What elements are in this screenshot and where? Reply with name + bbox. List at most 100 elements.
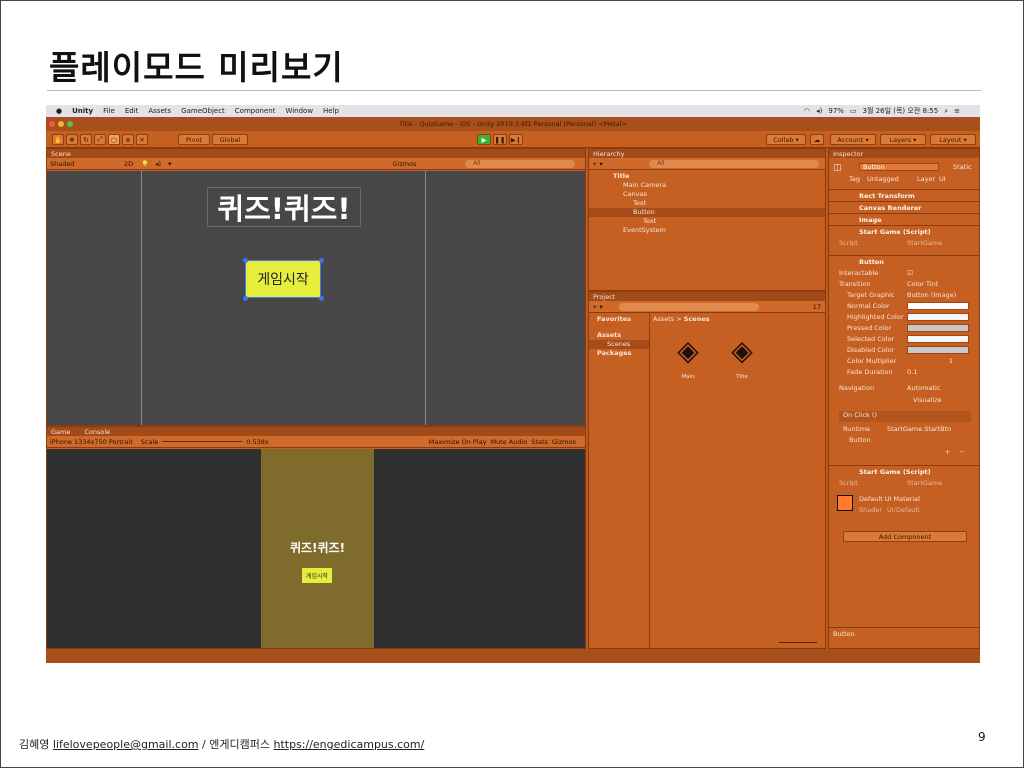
layers-button[interactable]: Layers ▾ (880, 134, 926, 145)
image-component[interactable]: Image (829, 213, 979, 225)
target-graphic-field[interactable]: Button (Image) (907, 291, 956, 299)
hierarchy-tab[interactable]: Hierarchy (589, 149, 825, 158)
transition-dropdown[interactable]: Color Tint (907, 280, 938, 288)
collab-button[interactable]: Collab ▾ (766, 134, 806, 145)
minus-icon[interactable]: − (959, 448, 964, 456)
rect-tool-icon[interactable]: ▢ (108, 134, 120, 145)
scale-slider[interactable] (162, 441, 243, 442)
stats-toggle[interactable]: Stats (531, 438, 548, 446)
move-tool-icon[interactable]: ✥ (66, 134, 78, 145)
scene-search-input[interactable]: All (465, 160, 575, 168)
gizmos-toggle[interactable]: Gizmos (552, 438, 576, 446)
fade-duration-field[interactable]: 0.1 (907, 368, 917, 376)
light-icon[interactable]: 💡 (141, 160, 149, 168)
transform-tool-icon[interactable]: ⊕ (122, 134, 134, 145)
material-name[interactable]: Default UI Material (859, 495, 920, 503)
scene-viewport[interactable]: 퀴즈!퀴즈! 게임시작 (47, 171, 585, 425)
clock[interactable]: 3월 26일 (목) 오전 8:55 (863, 106, 939, 116)
menu-list-icon[interactable]: ≡ (954, 107, 960, 115)
volume-icon[interactable]: ◂) (816, 107, 822, 115)
assets-folder[interactable]: Assets (597, 331, 621, 339)
effects-icon[interactable]: ✦ (167, 160, 172, 168)
canvas-renderer-component[interactable]: Canvas Renderer (829, 201, 979, 213)
scene-file-title[interactable]: Title (727, 374, 757, 380)
inspector-tab[interactable]: Inspector (829, 149, 979, 158)
favorites-folder[interactable]: Favorites (597, 315, 631, 323)
hierarchy-item-button-text[interactable]: Text (643, 217, 656, 225)
mute-audio-toggle[interactable]: Mute Audio (490, 438, 527, 446)
hierarchy-item-button[interactable]: Button (589, 208, 825, 217)
rect-handle[interactable] (319, 258, 324, 263)
search-icon[interactable]: ⌕ (944, 107, 948, 116)
rect-handle[interactable] (319, 296, 324, 301)
script-field-2[interactable]: StartGame (907, 479, 942, 487)
selected-color-swatch[interactable] (907, 335, 969, 343)
game-tab[interactable]: Game (51, 428, 70, 436)
add-component-button[interactable]: Add Component (843, 531, 967, 542)
visualize-button[interactable]: Visualize (913, 396, 942, 404)
breadcrumb-scenes[interactable]: Scenes (684, 315, 710, 323)
menu-gameobject[interactable]: GameObject (181, 107, 225, 115)
game-viewport[interactable]: 퀴즈!퀴즈! 게임시작 (47, 449, 585, 648)
color-multiplier-field[interactable]: 1 (949, 357, 953, 365)
highlighted-color-swatch[interactable] (907, 313, 969, 321)
hierarchy-item-title[interactable]: Title (613, 172, 629, 180)
resolution-dropdown[interactable]: iPhone 1334x750 Portrait (50, 438, 133, 446)
packages-folder[interactable]: Packages (597, 349, 631, 357)
play-button[interactable]: ▶ (477, 134, 491, 145)
scene-file-main[interactable]: Main (673, 374, 703, 380)
unity-scene-icon[interactable]: ◈ (727, 332, 757, 372)
tag-dropdown[interactable]: Untagged (867, 175, 899, 183)
object-name-field[interactable]: Button (859, 163, 939, 171)
shading-dropdown[interactable]: Shaded (50, 160, 114, 168)
disabled-color-swatch[interactable] (907, 346, 969, 354)
menu-file[interactable]: File (103, 107, 115, 115)
onclick-object-field[interactable]: Button (849, 436, 871, 444)
project-tab[interactable]: Project (589, 292, 825, 301)
normal-color-swatch[interactable] (907, 302, 969, 310)
footer-url-link[interactable]: https://engedicampus.com/ (273, 738, 424, 751)
layer-dropdown[interactable]: UI (939, 175, 946, 183)
project-search-input[interactable] (619, 303, 759, 311)
scene-quiz-title[interactable]: 퀴즈!퀴즈! (207, 187, 361, 227)
hand-tool-icon[interactable]: ✋ (52, 134, 64, 145)
layout-button[interactable]: Layout ▾ (930, 134, 976, 145)
rotate-tool-icon[interactable]: ↻ (80, 134, 92, 145)
rect-handle[interactable] (243, 296, 248, 301)
shader-dropdown[interactable]: UI/Default (887, 506, 920, 514)
menu-component[interactable]: Component (235, 107, 276, 115)
scenes-folder[interactable]: Scenes (589, 340, 649, 349)
plus-icon[interactable]: + (945, 448, 950, 456)
menu-window[interactable]: Window (285, 107, 313, 115)
interactable-checkbox[interactable]: ☑ (907, 269, 913, 277)
script-field[interactable]: StartGame (907, 239, 942, 247)
step-button[interactable]: ▶❙ (509, 134, 523, 145)
mode-2d-button[interactable]: 2D (124, 160, 133, 168)
scene-tab[interactable]: Scene (47, 149, 585, 158)
wifi-icon[interactable]: ◠ (804, 107, 810, 115)
cloud-icon[interactable]: ☁ (810, 134, 824, 145)
create-icon[interactable]: + ▾ (592, 160, 603, 168)
menu-unity[interactable]: Unity (72, 107, 93, 115)
apple-icon[interactable]: ● (56, 107, 62, 115)
hierarchy-item-text[interactable]: Text (633, 199, 646, 207)
pivot-button[interactable]: Pivot (178, 134, 210, 145)
game-start-button[interactable]: 게임시작 (302, 568, 332, 583)
gizmos-dropdown[interactable]: Gizmos (393, 160, 417, 168)
menu-edit[interactable]: Edit (125, 107, 139, 115)
menu-assets[interactable]: Assets (148, 107, 171, 115)
maximize-on-play-toggle[interactable]: Maximize On Play (429, 438, 487, 446)
hierarchy-item-canvas[interactable]: Canvas (623, 190, 647, 198)
navigation-dropdown[interactable]: Automatic (907, 384, 940, 392)
static-toggle[interactable]: Static (953, 163, 972, 171)
audio-icon[interactable]: ◂) (155, 160, 161, 168)
footer-email-link[interactable]: lifelovepeople@gmail.com (53, 738, 199, 751)
battery-icon[interactable]: ▭ (850, 107, 857, 115)
pressed-color-swatch[interactable] (907, 324, 969, 332)
create-icon[interactable]: + ▾ (592, 303, 603, 311)
hierarchy-search-input[interactable]: All (649, 160, 819, 168)
pause-button[interactable]: ❚❚ (493, 134, 507, 145)
runtime-dropdown[interactable]: Runtime (843, 425, 870, 433)
custom-tool-icon[interactable]: ✕ (136, 134, 148, 145)
start-game-script-component-2[interactable]: Start Game (Script) (829, 465, 979, 477)
